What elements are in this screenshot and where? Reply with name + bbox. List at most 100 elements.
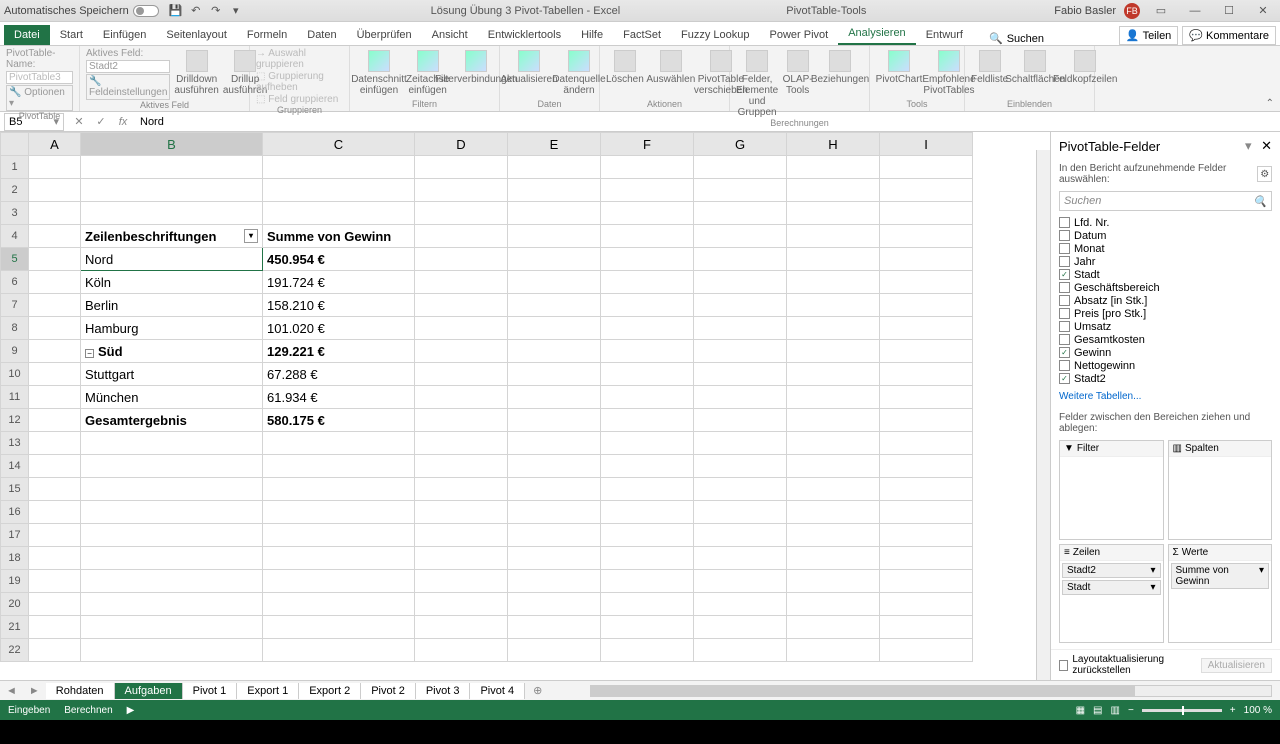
cell-C2[interactable] <box>263 179 415 202</box>
cell-A17[interactable] <box>29 524 81 547</box>
cell-F15[interactable] <box>601 478 694 501</box>
cell-C10[interactable]: 67.288 € <box>263 363 415 386</box>
cell-C3[interactable] <box>263 202 415 225</box>
cell-H1[interactable] <box>787 156 880 179</box>
cell-I16[interactable] <box>880 501 973 524</box>
cell-B5[interactable] <box>81 248 263 271</box>
cell-F11[interactable] <box>601 386 694 409</box>
cell-A9[interactable] <box>29 340 81 363</box>
cell-G11[interactable] <box>694 386 787 409</box>
tab-hilfe[interactable]: Hilfe <box>571 25 613 45</box>
area-rows[interactable]: ≡Zeilen Stadt2▾Stadt▾ <box>1059 544 1164 644</box>
confirm-edit-icon[interactable]: ✓ <box>90 115 112 128</box>
user-avatar[interactable]: FB <box>1124 3 1140 19</box>
zoom-slider[interactable] <box>1142 709 1222 712</box>
cell-I13[interactable] <box>880 432 973 455</box>
field-item[interactable]: Preis [pro Stk.] <box>1059 307 1272 320</box>
cell-A13[interactable] <box>29 432 81 455</box>
pane-close-icon[interactable]: ✕ <box>1261 138 1272 153</box>
fields-items-button[interactable]: Felder, Elemente und Gruppen <box>736 48 778 118</box>
timeline-button[interactable]: Zeitachse einfügen <box>406 48 449 96</box>
pane-dropdown-icon[interactable]: ▾ <box>1245 138 1252 153</box>
col-header-E[interactable]: E <box>508 133 601 156</box>
sheet-tab[interactable]: Export 2 <box>299 683 361 699</box>
cell-C14[interactable] <box>263 455 415 478</box>
maximize-icon[interactable]: ☐ <box>1216 2 1242 20</box>
cell-C18[interactable] <box>263 547 415 570</box>
field-checkbox[interactable] <box>1059 295 1070 306</box>
cell-F4[interactable] <box>601 225 694 248</box>
tab-entwurf[interactable]: Entwurf <box>916 25 973 45</box>
cell-F1[interactable] <box>601 156 694 179</box>
cell-F22[interactable] <box>601 639 694 662</box>
sheet-tab[interactable]: Pivot 4 <box>470 683 525 699</box>
cell-F17[interactable] <box>601 524 694 547</box>
cell-A2[interactable] <box>29 179 81 202</box>
cell-D6[interactable] <box>415 271 508 294</box>
cell-I4[interactable] <box>880 225 973 248</box>
cell-D22[interactable] <box>415 639 508 662</box>
cell-A10[interactable] <box>29 363 81 386</box>
cell-B9[interactable]: −Süd <box>81 340 263 363</box>
field-checkbox[interactable] <box>1059 282 1070 293</box>
tab-fuzzy lookup[interactable]: Fuzzy Lookup <box>671 25 759 45</box>
cell-edit-input[interactable] <box>85 252 258 267</box>
cell-C17[interactable] <box>263 524 415 547</box>
field-item[interactable]: Stadt2 <box>1059 372 1272 385</box>
cell-F14[interactable] <box>601 455 694 478</box>
col-header-A[interactable]: A <box>29 133 81 156</box>
clear-button[interactable]: Löschen <box>606 48 644 85</box>
row-header-5[interactable]: 5 <box>1 248 29 271</box>
cell-G17[interactable] <box>694 524 787 547</box>
row-header-12[interactable]: 12 <box>1 409 29 432</box>
cell-E4[interactable] <box>508 225 601 248</box>
cell-C20[interactable] <box>263 593 415 616</box>
cell-G12[interactable] <box>694 409 787 432</box>
cell-I21[interactable] <box>880 616 973 639</box>
cell-F21[interactable] <box>601 616 694 639</box>
headers-button[interactable]: Feldkopfzeilen <box>1062 48 1108 85</box>
cell-I10[interactable] <box>880 363 973 386</box>
field-list-button[interactable]: Feldliste <box>971 48 1008 85</box>
cell-F19[interactable] <box>601 570 694 593</box>
cell-F7[interactable] <box>601 294 694 317</box>
cell-H10[interactable] <box>787 363 880 386</box>
field-checkbox[interactable] <box>1059 308 1070 319</box>
row-header-9[interactable]: 9 <box>1 340 29 363</box>
field-checkbox[interactable] <box>1059 217 1070 228</box>
save-icon[interactable]: 💾 <box>169 4 183 18</box>
area-values[interactable]: ΣWerte Summe von Gewinn▾ <box>1168 544 1273 644</box>
tell-me-search[interactable]: 🔍 Suchen <box>989 32 1044 45</box>
cell-A15[interactable] <box>29 478 81 501</box>
row-header-20[interactable]: 20 <box>1 593 29 616</box>
cell-D12[interactable] <box>415 409 508 432</box>
cell-I1[interactable] <box>880 156 973 179</box>
cell-H11[interactable] <box>787 386 880 409</box>
formula-input[interactable]: Nord <box>134 116 1280 128</box>
cell-A11[interactable] <box>29 386 81 409</box>
tab-einfügen[interactable]: Einfügen <box>93 25 156 45</box>
tab-file[interactable]: Datei <box>4 25 50 45</box>
row-header-13[interactable]: 13 <box>1 432 29 455</box>
cell-E1[interactable] <box>508 156 601 179</box>
cell-B11[interactable]: München <box>81 386 263 409</box>
cell-B10[interactable]: Stuttgart <box>81 363 263 386</box>
active-field-value[interactable]: Stadt2 <box>86 60 170 73</box>
field-item[interactable]: Absatz [in Stk.] <box>1059 294 1272 307</box>
sheet-tab[interactable]: Pivot 1 <box>183 683 238 699</box>
cell-B3[interactable] <box>81 202 263 225</box>
cell-E15[interactable] <box>508 478 601 501</box>
cell-B14[interactable] <box>81 455 263 478</box>
col-header-D[interactable]: D <box>415 133 508 156</box>
comments-button[interactable]: 💬Kommentare <box>1182 26 1276 45</box>
cell-A8[interactable] <box>29 317 81 340</box>
cell-C7[interactable]: 158.210 € <box>263 294 415 317</box>
cell-H3[interactable] <box>787 202 880 225</box>
cell-G19[interactable] <box>694 570 787 593</box>
field-checkbox[interactable] <box>1059 334 1070 345</box>
cell-C15[interactable] <box>263 478 415 501</box>
cell-B21[interactable] <box>81 616 263 639</box>
vertical-scrollbar[interactable] <box>1036 150 1050 680</box>
cell-A19[interactable] <box>29 570 81 593</box>
cell-A20[interactable] <box>29 593 81 616</box>
